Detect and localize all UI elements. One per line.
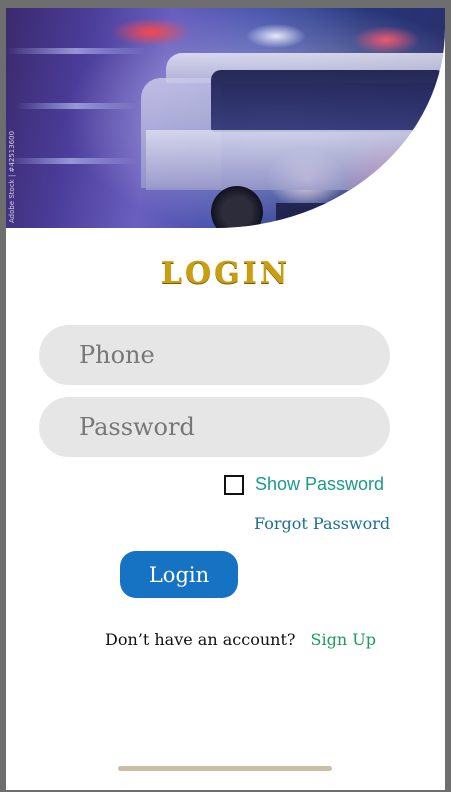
signup-link[interactable]: Sign Up — [311, 630, 376, 649]
show-password-checkbox[interactable] — [224, 474, 244, 495]
phone-screen: Adobe Stock | #42513600 LOGIN Show Passw… — [6, 8, 445, 790]
signup-row: Don’t have an account? Sign Up — [105, 630, 376, 649]
signup-prompt: Don’t have an account? — [105, 630, 296, 649]
password-input[interactable] — [39, 397, 390, 457]
login-button[interactable]: Login — [120, 551, 238, 598]
light-streak — [16, 103, 136, 109]
forgot-password-link[interactable]: Forgot Password — [254, 514, 390, 533]
phone-input[interactable] — [39, 325, 390, 385]
home-indicator[interactable] — [118, 766, 332, 771]
light-streak — [6, 48, 146, 54]
ambulance-windshield — [211, 70, 441, 132]
light-streak — [6, 158, 136, 164]
show-password-toggle[interactable]: Show Password — [224, 474, 384, 495]
image-watermark: Adobe Stock | #42513600 — [8, 130, 16, 223]
ambulance-wheel — [211, 186, 263, 228]
ambulance-body — [146, 130, 445, 190]
show-password-label[interactable]: Show Password — [255, 474, 384, 495]
page-title: LOGIN — [160, 256, 291, 291]
hero-image: Adobe Stock | #42513600 — [6, 8, 445, 228]
ambulance-bumper — [276, 203, 445, 225]
